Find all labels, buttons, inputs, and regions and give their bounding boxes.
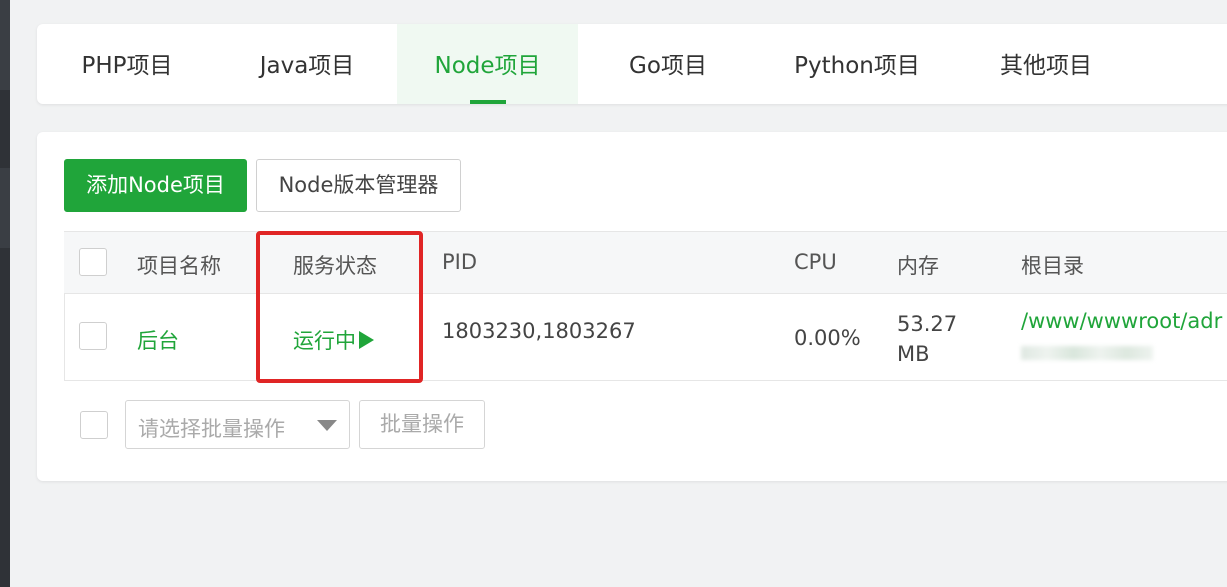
header-memory[interactable]: 内存 bbox=[897, 250, 939, 280]
header-root: 根目录 bbox=[1021, 254, 1084, 278]
tab-java[interactable]: Java项目 bbox=[217, 24, 397, 104]
pid-value: 1803230,1803267 bbox=[442, 319, 636, 343]
batch-action-button[interactable]: 批量操作 bbox=[359, 400, 485, 449]
root-directory-link[interactable]: /www/wwwroot/adr bbox=[1021, 309, 1222, 333]
batch-select-placeholder: 请选择批量操作 bbox=[138, 417, 285, 441]
projects-table: 项目名称 服务状态 PID CPU 内存 根目录 后台 运行中 1803230,… bbox=[64, 231, 1227, 381]
blurred-text bbox=[1021, 346, 1153, 360]
project-type-tabs: PHP项目 Java项目 Node项目 Go项目 Python项目 其他项目 bbox=[37, 24, 1227, 104]
node-version-manager-button[interactable]: Node版本管理器 bbox=[256, 159, 461, 212]
header-name[interactable]: 项目名称 bbox=[137, 250, 221, 280]
active-tab-indicator bbox=[469, 100, 506, 104]
project-name-link[interactable]: 后台 bbox=[137, 325, 179, 355]
tab-php[interactable]: PHP项目 bbox=[37, 24, 217, 104]
batch-action-select[interactable]: 请选择批量操作 bbox=[125, 400, 350, 449]
sidebar-band bbox=[0, 0, 10, 90]
caret-down-icon bbox=[317, 420, 337, 431]
row-checkbox[interactable] bbox=[79, 322, 107, 350]
tab-other[interactable]: 其他项目 bbox=[956, 24, 1136, 104]
status-highlight-box bbox=[256, 231, 423, 383]
header-pid: PID bbox=[442, 250, 478, 274]
tab-node[interactable]: Node项目 bbox=[397, 24, 578, 104]
tab-go[interactable]: Go项目 bbox=[578, 24, 758, 104]
left-sidebar-edge bbox=[0, 0, 10, 587]
table-header: 项目名称 服务状态 PID CPU 内存 根目录 bbox=[64, 231, 1227, 294]
tab-python[interactable]: Python项目 bbox=[758, 24, 956, 104]
memory-value: 53.27 MB bbox=[897, 312, 958, 366]
table-row: 后台 运行中 1803230,1803267 0.00% 53.27 MB /w… bbox=[64, 293, 1227, 381]
select-all-checkbox[interactable] bbox=[79, 248, 107, 276]
cpu-value: 0.00% bbox=[794, 326, 861, 350]
batch-select-all-checkbox[interactable] bbox=[80, 411, 108, 439]
header-cpu[interactable]: CPU bbox=[794, 250, 837, 274]
add-node-project-button[interactable]: 添加Node项目 bbox=[64, 159, 247, 212]
node-projects-panel: 添加Node项目 Node版本管理器 项目名称 服务状态 PID CPU 内存 … bbox=[37, 132, 1227, 481]
sidebar-band bbox=[0, 168, 10, 248]
